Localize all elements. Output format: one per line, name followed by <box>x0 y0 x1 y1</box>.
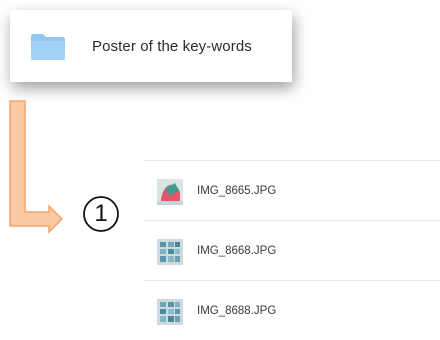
image-thumbnail-icon <box>157 179 183 205</box>
file-name: IMG_8665.JPG <box>197 185 277 197</box>
file-row[interactable]: IMG_8665.JPG <box>143 161 440 220</box>
step-number-marker: 1 <box>81 196 121 232</box>
file-list: IMG_8665.JPG IMG_8668.JPG IMG_8688.JPG <box>143 160 440 340</box>
file-name: IMG_8668.JPG <box>197 245 277 257</box>
file-row[interactable]: IMG_8668.JPG <box>143 221 440 280</box>
step-number: 1 <box>94 200 108 227</box>
file-row[interactable]: IMG_8688.JPG <box>143 281 440 340</box>
image-thumbnail-icon <box>157 239 183 265</box>
image-thumbnail-icon <box>157 299 183 325</box>
file-name: IMG_8688.JPG <box>197 305 277 317</box>
